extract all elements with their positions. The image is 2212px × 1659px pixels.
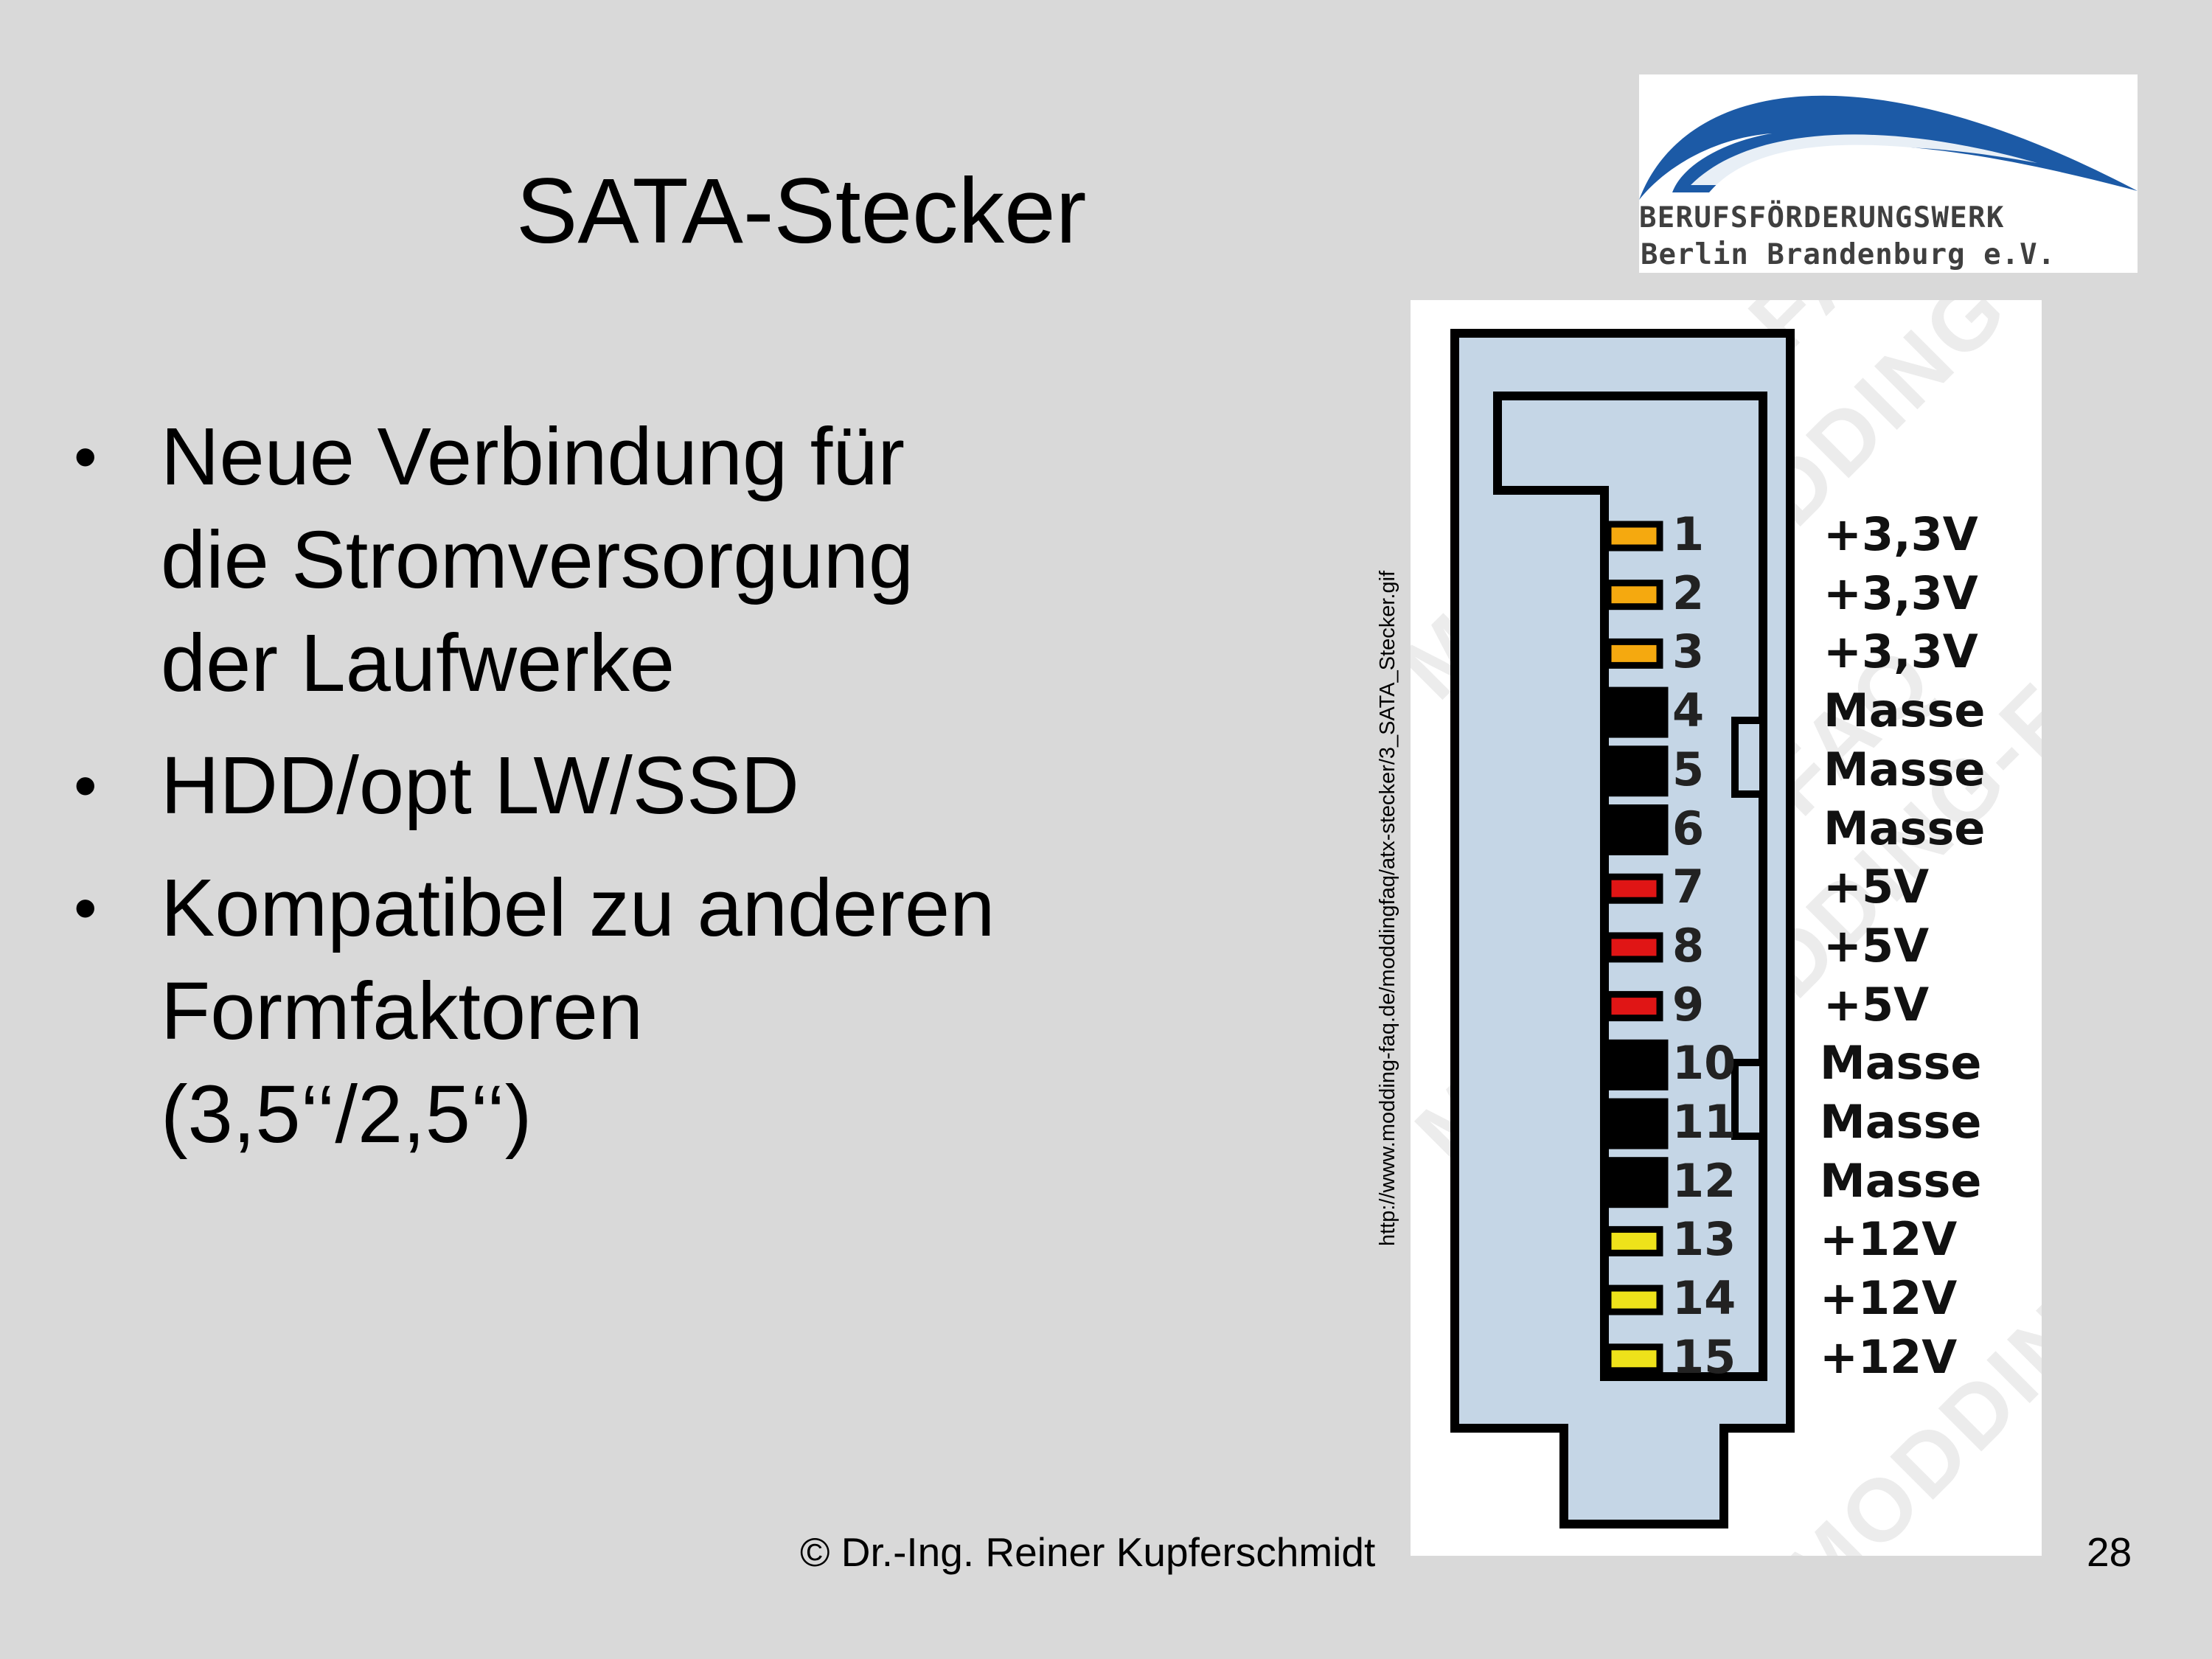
pin-number: 9: [1672, 977, 1705, 1032]
pin-voltage-label: +5V: [1823, 977, 1930, 1032]
pin-voltage-label: +12V: [1820, 1212, 1958, 1267]
pin-number: 7: [1672, 860, 1705, 914]
bullet-item: • HDD/opt LW/SSD: [74, 734, 1327, 838]
pin-voltage-label: +5V: [1823, 918, 1930, 973]
logo-line-2: Berlin Brandenburg e.V.: [1641, 238, 2056, 271]
source-url: http://www.modding-faq.de/moddingfaq/atx…: [1376, 570, 1399, 1246]
pin-number: 10: [1672, 1036, 1736, 1091]
pin-number: 3: [1672, 625, 1705, 679]
pin-contact: [1601, 745, 1669, 797]
connector-key-notch: [1731, 1059, 1767, 1140]
pin-contact: [1604, 580, 1663, 611]
pin-number: 6: [1672, 801, 1705, 855]
bullet-dot-icon: •: [74, 872, 97, 945]
pin-voltage-label: +3,3V: [1823, 566, 1978, 620]
pin-voltage-label: Masse: [1820, 1095, 1982, 1149]
pin-number: 1: [1672, 507, 1705, 561]
pin-voltage-label: +12V: [1820, 1329, 1958, 1384]
bullet-line: HDD/opt LW/SSD: [161, 740, 799, 831]
bullet-line: die Stromversorgung: [161, 515, 914, 605]
bullet-list: • Neue Verbindung für die Stromversorgung d…: [74, 406, 1327, 1186]
pin-voltage-label: +3,3V: [1823, 507, 1978, 561]
footer-copyright: © Dr.-Ing. Reiner Kupferschmidt: [800, 1529, 1376, 1575]
pin-voltage-label: +12V: [1820, 1271, 1958, 1326]
bullet-item: • Neue Verbindung für die Stromversorgung d…: [74, 406, 1327, 715]
pin-contact: [1604, 932, 1663, 963]
pin-contact: [1604, 521, 1663, 552]
pin-number: 8: [1672, 918, 1705, 973]
pin-contact: [1604, 991, 1663, 1022]
bullet-dot-icon: •: [74, 420, 97, 494]
pin-voltage-label: +5V: [1823, 860, 1930, 914]
bullet-line: Neue Verbindung für: [161, 411, 905, 502]
pin-number: 4: [1672, 684, 1705, 738]
pin-contact: [1604, 1343, 1663, 1374]
sata-connector-diagram: MODDING-FAQ MODDING-FAQ MODDING-FAQ MODD…: [1411, 300, 2042, 1556]
page-number: 28: [2087, 1529, 2132, 1575]
logo-line-1: BERUFSFÖRDERUNGSWERK: [1639, 201, 2005, 234]
slide: SATA-Stecker BERUFSFÖRDERUNGSWERK Berlin…: [0, 0, 2212, 1659]
pin-number: 14: [1672, 1271, 1736, 1326]
pin-contact: [1601, 1098, 1669, 1150]
pin-number: 2: [1672, 566, 1705, 620]
bullet-line: der Laufwerke: [161, 618, 675, 709]
connector-key-notch: [1731, 717, 1767, 798]
pin-contact: [1604, 1225, 1663, 1256]
pin-contact: [1604, 1284, 1663, 1315]
pin-voltage-label: +3,3V: [1823, 625, 1978, 679]
pin-number: 5: [1672, 742, 1705, 796]
pin-number: 15: [1672, 1329, 1736, 1384]
bullet-line: Formfaktoren: [161, 966, 644, 1057]
pin-number: 12: [1672, 1153, 1736, 1208]
pin-number: 11: [1672, 1095, 1736, 1149]
slide-title: SATA-Stecker: [516, 160, 1087, 262]
pin-voltage-label: Masse: [1823, 742, 1986, 796]
logo: BERUFSFÖRDERUNGSWERK Berlin Brandenburg …: [1639, 74, 2138, 273]
bullet-line: (3,5‘‘/2,5‘‘): [161, 1069, 532, 1160]
pin-contact: [1601, 804, 1669, 855]
pin-number: 13: [1672, 1212, 1736, 1267]
pin-contact: [1601, 1039, 1669, 1091]
pin-voltage-label: Masse: [1820, 1036, 1982, 1091]
pin-contact: [1604, 873, 1663, 904]
pin-voltage-label: Masse: [1823, 684, 1986, 738]
pin-contact: [1601, 686, 1669, 738]
bullet-dot-icon: •: [74, 749, 97, 823]
pin-contact: [1604, 638, 1663, 669]
bullet-line: Kompatibel zu anderen: [161, 863, 995, 953]
pin-voltage-label: Masse: [1820, 1153, 1982, 1208]
pin-voltage-label: Masse: [1823, 801, 1986, 855]
pin-contact: [1601, 1157, 1669, 1208]
bullet-item: • Kompatibel zu anderen Formfaktoren (3,5‘‘…: [74, 857, 1327, 1166]
